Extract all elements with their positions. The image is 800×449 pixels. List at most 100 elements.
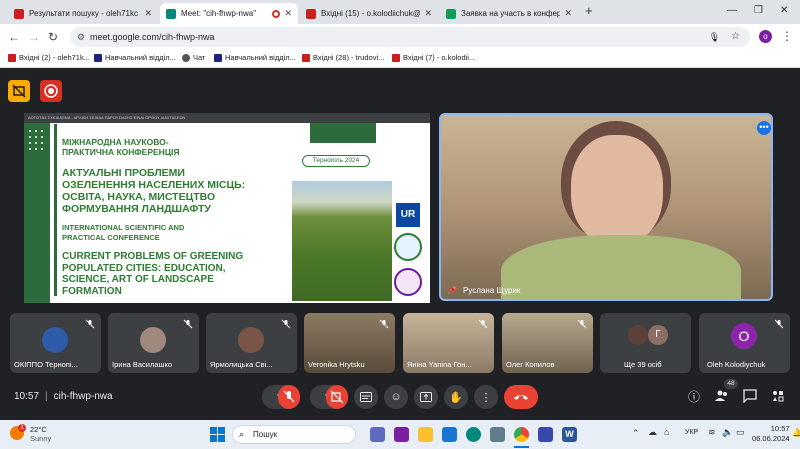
participant-tile[interactable]: Ірина Василашко [108, 313, 199, 373]
copilot-icon[interactable] [394, 427, 409, 442]
self-tile[interactable]: O Oleh Kolodiychuk [699, 313, 790, 373]
participant-tile[interactable]: Яніна Yanina Гон... [403, 313, 494, 373]
camera-control-group[interactable]: ⌃ [310, 385, 348, 409]
bookmark-item[interactable]: Вхідні (7) - o.kolodii... [392, 53, 475, 62]
file-explorer-icon[interactable] [418, 427, 433, 442]
slide-title-en: CURRENT PROBLEMS OF GREENING POPULATED CI… [62, 251, 244, 297]
volume-icon[interactable]: 🔈 [722, 427, 733, 438]
participant-name: Ярмолицька Сві... [210, 360, 273, 369]
chrome-icon[interactable] [514, 427, 529, 442]
browser-toolbar: ← → ↻ ⚙ meet.google.com/cih-fhwp-nwa 🎙 ☆… [0, 24, 800, 50]
people-button[interactable] [714, 389, 730, 405]
meeting-details-button[interactable]: ⓘ [686, 389, 702, 405]
bookmarks-bar: Вхідні (2) - oleh71k... Навчальний відді… [0, 50, 800, 68]
mail-app-icon[interactable] [442, 427, 457, 442]
emoji-icon: ☺ [390, 391, 402, 403]
speaker-tile[interactable]: ••• 📌 Руслана Щурик [439, 113, 773, 301]
participant-tile[interactable]: ОКІППО Тернопі... [10, 313, 101, 373]
participant-tile[interactable]: Олег Копилов [502, 313, 593, 373]
bookmark-star-icon[interactable]: ☆ [731, 27, 740, 47]
weather-widget[interactable]: 22°C Sunny [30, 425, 51, 443]
chat-icon [743, 389, 757, 404]
participant-tile[interactable]: Ярмолицька Сві... [206, 313, 297, 373]
tab-meet[interactable]: Meet: "cih-fhwp-nwa" ✕ [160, 3, 298, 24]
bookmark-item[interactable]: Вхідні (28) - trudovi... [302, 53, 384, 62]
weather-condition: Sunny [30, 434, 52, 443]
meeting-info: 10:57 | cih-fhwp-nwa [14, 391, 113, 402]
close-tab-icon[interactable]: ✕ [424, 8, 432, 19]
sheets-icon [446, 8, 456, 19]
close-window-icon[interactable]: ✕ [780, 5, 788, 16]
new-tab-button[interactable]: + [585, 3, 593, 18]
close-tab-icon[interactable]: ✕ [144, 8, 152, 19]
slide-conf-en: INTERNATIONAL SCIENTIFIC AND PRACTICAL CO… [62, 223, 185, 242]
clock-time: 10:57 [770, 424, 790, 433]
network-icon[interactable]: ⌂ [664, 427, 669, 437]
mic-off-button[interactable] [278, 385, 300, 409]
raise-hand-button[interactable]: ✋ [444, 385, 468, 409]
gmail-icon [8, 53, 16, 62]
mic-off-icon [774, 319, 784, 329]
mic-off-icon [85, 319, 95, 329]
word-icon[interactable]: W [562, 427, 577, 442]
task-view-icon[interactable] [370, 427, 385, 442]
close-tab-icon[interactable]: ✕ [564, 8, 572, 19]
speaker-name-label: 📌 Руслана Щурик [447, 286, 520, 295]
activities-icon [773, 391, 784, 402]
taskbar-search[interactable]: ⌕ Пошук [232, 425, 356, 444]
chevron-up-icon[interactable]: ⌃ [632, 428, 640, 439]
minimize-icon[interactable]: — [727, 5, 737, 16]
presenting-icon[interactable] [8, 80, 30, 102]
forward-icon[interactable]: → [28, 30, 40, 44]
chat-icon [182, 53, 190, 62]
reload-icon[interactable]: ↻ [48, 30, 58, 44]
system-clock[interactable]: 10:57 06.06.2024 [752, 424, 790, 444]
more-participants-tile[interactable]: Г Ще 39 осіб [600, 313, 691, 373]
bookmark-item[interactable]: Навчальний відділ... [214, 53, 296, 62]
captions-button[interactable] [354, 385, 378, 409]
pin-icon[interactable]: 📌 [447, 286, 457, 295]
edge-icon[interactable] [466, 427, 481, 442]
temperature: 22°C [30, 425, 47, 434]
bookmark-item[interactable]: Чат [182, 53, 205, 62]
gmail-icon [306, 8, 316, 19]
cloud-icon[interactable]: ☁ [648, 427, 657, 438]
calculator-icon[interactable] [490, 427, 505, 442]
profile-avatar[interactable]: o [759, 30, 772, 43]
tab-search-results[interactable]: Результати пошуку - oleh71kc ✕ [8, 3, 158, 24]
bookmark-item[interactable]: Вхідні (2) - oleh71k... [8, 53, 90, 62]
site-icon [214, 53, 222, 62]
notification-bell-icon[interactable]: 🔔 [792, 428, 800, 437]
menu-kebab-icon[interactable]: ⋮ [781, 29, 793, 43]
chat-button[interactable] [742, 389, 758, 405]
slide-city-date: Тернопіль 2024 [302, 155, 370, 167]
browser-tab-strip: Результати пошуку - oleh71kc ✕ Meet: "ci… [0, 0, 800, 24]
tab-application[interactable]: Заявка на участь в конфере ✕ [440, 3, 578, 24]
participant-tile[interactable]: Veronika Hrytsku [304, 313, 395, 373]
back-icon[interactable]: ← [8, 30, 20, 44]
bookmark-item[interactable]: Навчальний відділ... [94, 53, 176, 62]
present-button[interactable] [414, 385, 438, 409]
reactions-button[interactable]: ☺ [384, 385, 408, 409]
camera-off-button[interactable] [326, 385, 348, 409]
app-icon[interactable] [538, 427, 553, 442]
close-tab-icon[interactable]: ✕ [284, 8, 292, 19]
address-bar[interactable]: ⚙ meet.google.com/cih-fhwp-nwa 🎙 ☆ [70, 27, 750, 47]
tab-inbox[interactable]: Вхідні (15) - o.kolodiichuk@ipp ✕ [300, 3, 438, 24]
recording-indicator-icon[interactable] [40, 80, 62, 102]
leave-call-button[interactable] [504, 385, 538, 409]
site-info-icon[interactable]: ⚙ [77, 27, 85, 47]
more-options-icon[interactable]: ••• [757, 121, 771, 135]
restore-icon[interactable]: ❐ [754, 5, 763, 16]
participant-name: Яніна Yanina Гон... [407, 360, 472, 369]
battery-icon[interactable]: ▭ [736, 427, 745, 438]
activities-button[interactable] [770, 389, 786, 405]
clock-date: 06.06.2024 [752, 434, 790, 443]
windows-start-icon[interactable] [210, 427, 225, 442]
microphone-icon[interactable]: 🎙 [709, 27, 720, 47]
language-indicator[interactable]: УКР [685, 429, 698, 436]
mic-control-group[interactable]: ⌃ [262, 385, 300, 409]
wifi-icon[interactable]: ≋ [708, 427, 716, 438]
more-options-button[interactable]: ⋮ [474, 385, 498, 409]
tab-title: Вхідні (15) - o.kolodiichuk@ipp [321, 9, 421, 18]
